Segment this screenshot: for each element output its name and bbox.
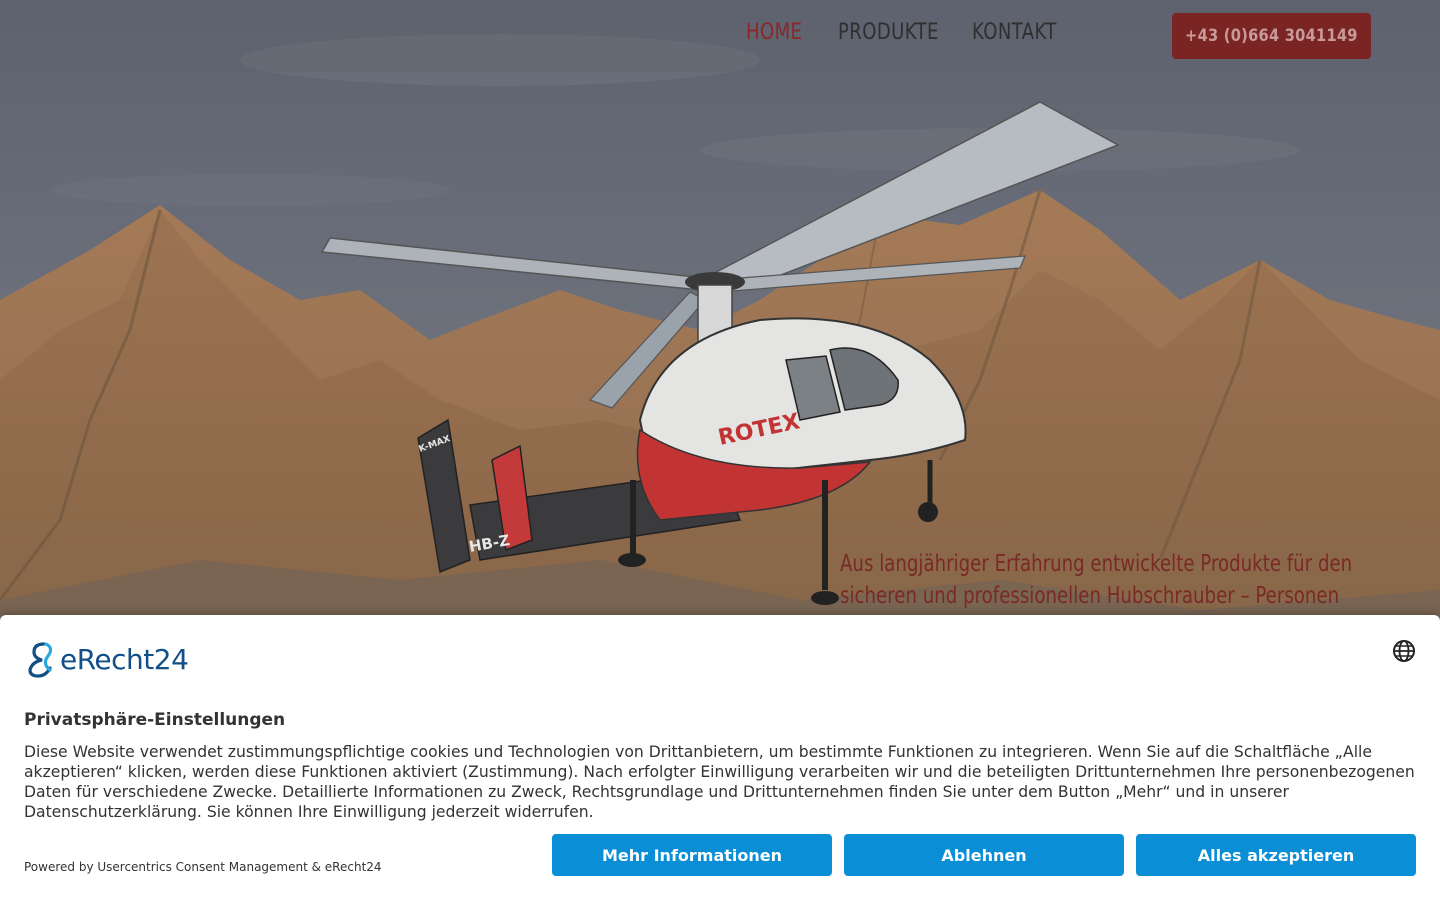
hero-tagline: Aus langjähriger Erfahrung entwickelte P… — [840, 548, 1360, 612]
hero-tagline-line2: sicheren und professionellen Hubschraube… — [840, 583, 1340, 609]
nav-link-kontakt[interactable]: KONTAKT — [972, 20, 1056, 45]
more-information-button[interactable]: Mehr Informationen — [552, 834, 832, 876]
deny-button[interactable]: Ablehnen — [844, 834, 1124, 876]
globe-icon[interactable] — [1392, 639, 1416, 663]
erecht24-logo-icon — [28, 642, 53, 678]
phone-button-label: +43 (0)664 3041149 — [1185, 26, 1358, 46]
cookie-consent-banner: eRecht24 Privatsphäre-Einstellungen Dies… — [0, 615, 1440, 900]
consent-body-text: Diese Website verwendet zustimmungspflic… — [24, 743, 1415, 821]
accept-all-button[interactable]: Alles akzeptieren — [1136, 834, 1416, 876]
nav-link-produkte[interactable]: PRODUKTE — [838, 20, 938, 45]
nav-links: HOME PRODUKTE KONTAKT — [746, 20, 1056, 45]
powered-by-text: Powered by Usercentrics Consent Manageme… — [24, 860, 382, 874]
consent-title: Privatsphäre-Einstellungen — [24, 710, 286, 730]
erecht24-logo: eRecht24 — [24, 639, 189, 679]
top-navbar: HOME PRODUKTE KONTAKT +43 (0)664 3041149 — [0, 0, 1440, 72]
erecht24-logo-text: eRecht24 — [60, 642, 189, 676]
phone-button[interactable]: +43 (0)664 3041149 — [1172, 13, 1371, 59]
nav-link-home[interactable]: HOME — [746, 20, 802, 45]
hero-tagline-line1: Aus langjähriger Erfahrung entwickelte P… — [840, 551, 1353, 577]
